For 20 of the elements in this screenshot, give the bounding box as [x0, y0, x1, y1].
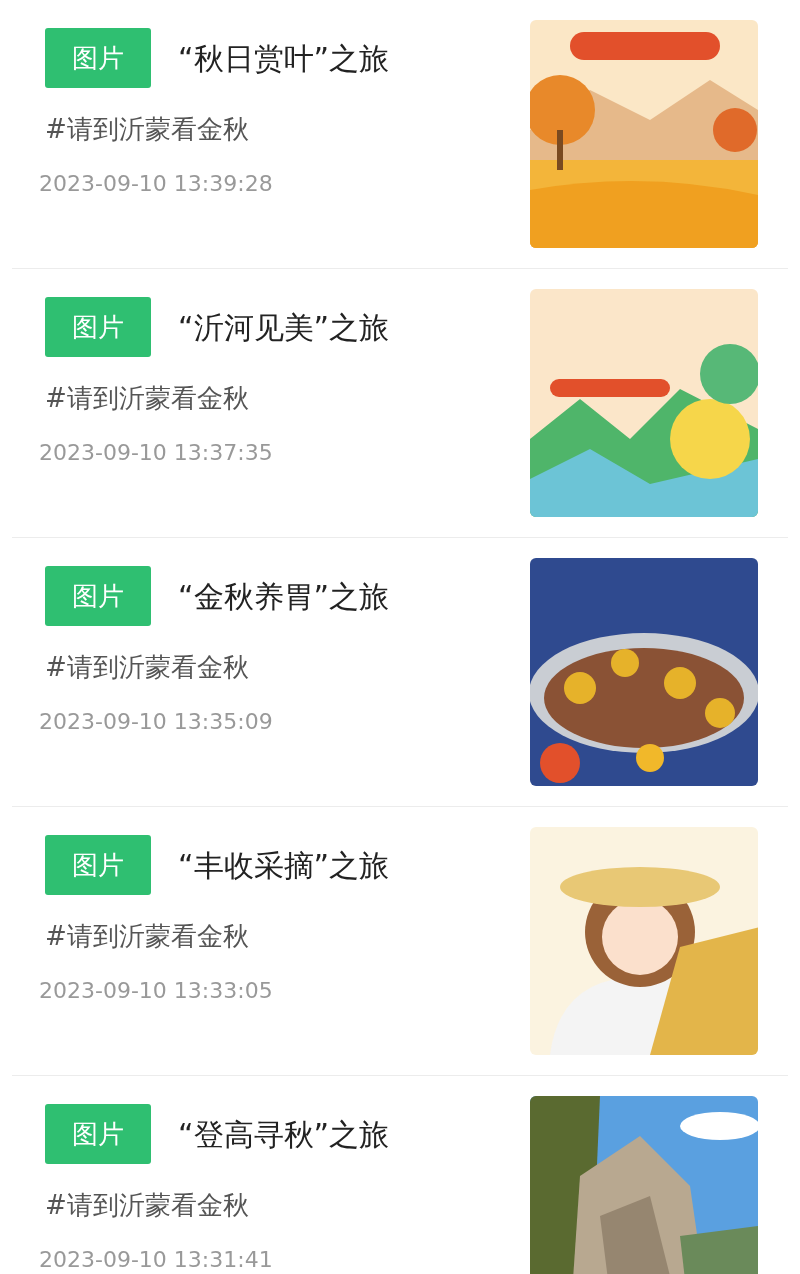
post-title[interactable]: “秋日赏叶”之旅 [178, 35, 390, 81]
timestamp: 2023-09-10 13:31:41 [39, 1246, 274, 1274]
hashtag[interactable]: #请到沂蒙看金秋 [45, 1186, 390, 1225]
hashtag[interactable]: #请到沂蒙看金秋 [45, 917, 390, 956]
timestamp: 2023-09-10 13:33:05 [39, 977, 274, 1005]
image-tag: 图片 [45, 28, 151, 88]
hashtag[interactable]: #请到沂蒙看金秋 [45, 110, 390, 149]
image-tag: 图片 [45, 1104, 151, 1164]
hashtag[interactable]: #请到沂蒙看金秋 [45, 648, 390, 687]
image-tag: 图片 [45, 297, 151, 357]
timestamp: 2023-09-10 13:35:09 [39, 708, 274, 736]
post-title[interactable]: “丰收采摘”之旅 [178, 842, 390, 888]
timestamp: 2023-09-10 13:37:35 [39, 439, 274, 467]
hashtag[interactable]: #请到沂蒙看金秋 [45, 379, 390, 418]
image-tag: 图片 [45, 835, 151, 895]
post-title[interactable]: “沂河见美”之旅 [178, 304, 390, 350]
post-title[interactable]: “金秋养胃”之旅 [178, 573, 390, 619]
timestamp: 2023-09-10 13:39:28 [39, 170, 274, 198]
image-tag: 图片 [45, 566, 151, 626]
post-title[interactable]: “登高寻秋”之旅 [178, 1111, 390, 1157]
